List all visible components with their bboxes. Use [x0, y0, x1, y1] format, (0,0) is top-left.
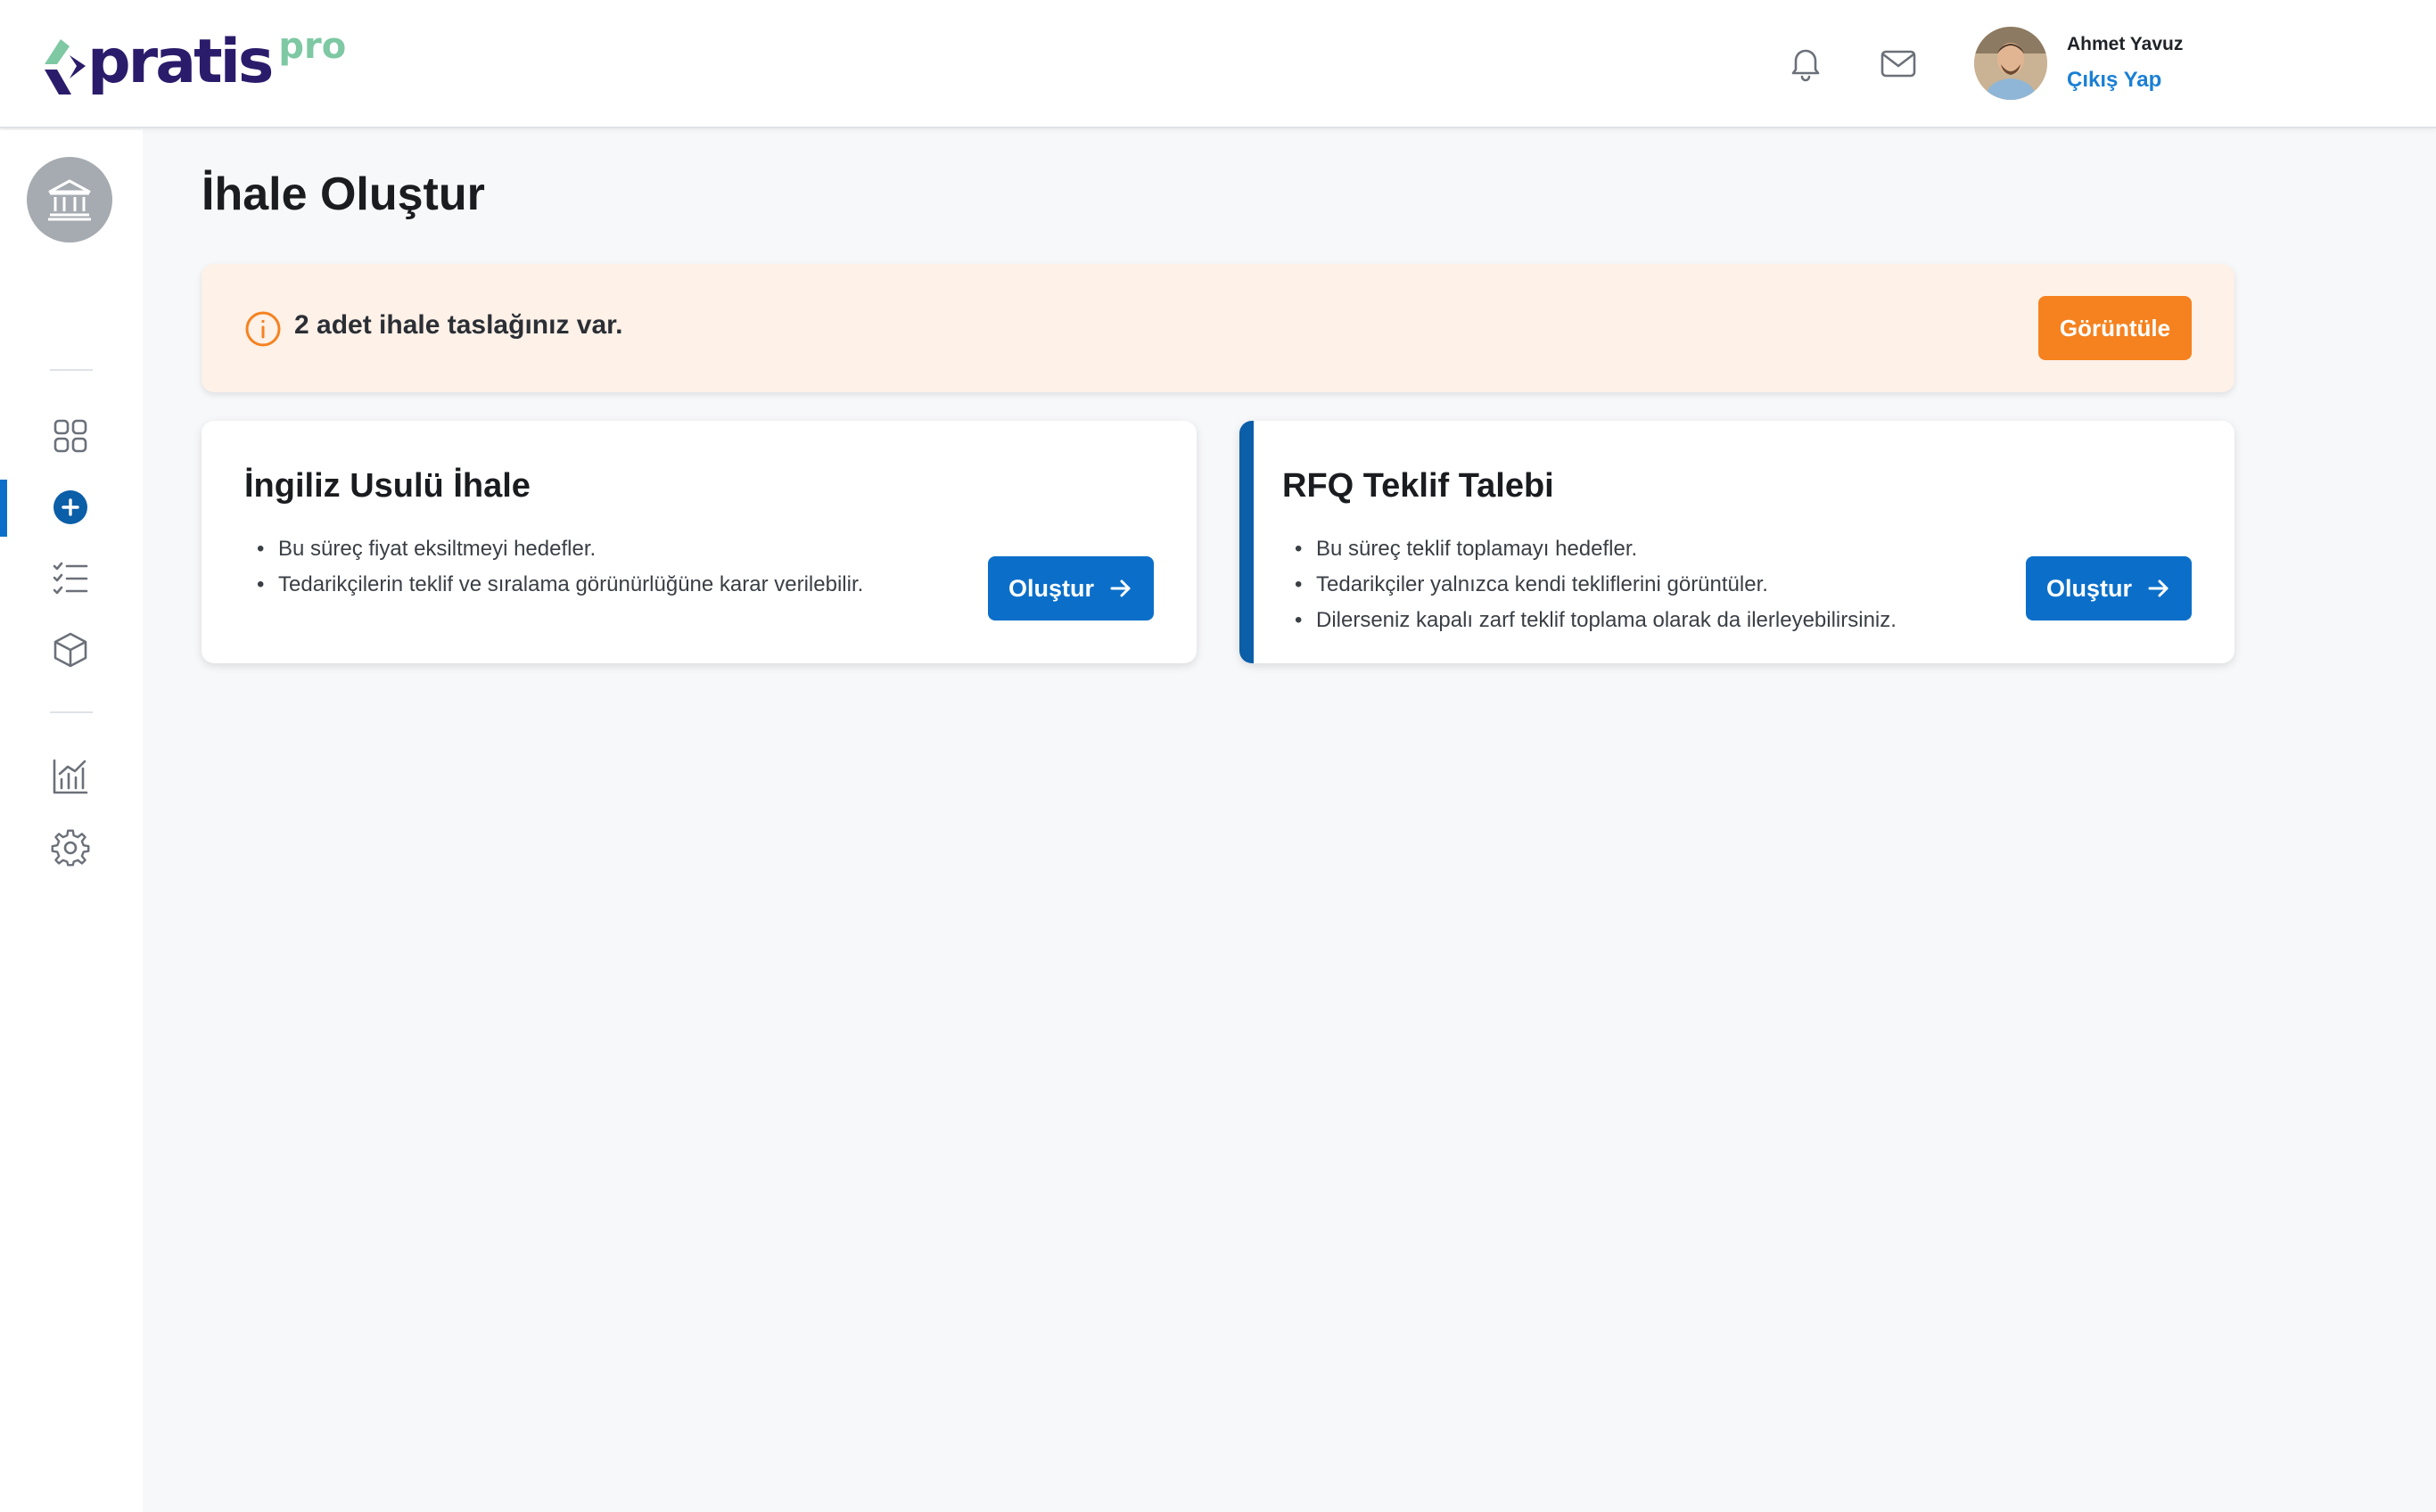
sidebar	[0, 130, 143, 1512]
page-title: İhale Oluştur	[202, 168, 485, 220]
card-bullet-list: Bu süreç teklif toplamayı hedefler. Teda…	[1282, 531, 1897, 638]
avatar[interactable]	[1974, 27, 2047, 100]
list-item: Bu süreç fiyat eksiltmeyi hedefler.	[244, 531, 863, 567]
english-auction-card: İngiliz Usulü İhale Bu süreç fiyat eksil…	[202, 421, 1197, 663]
list-item: Dilerseniz kapalı zarf teklif toplama ol…	[1282, 603, 1897, 638]
pratis-logo[interactable]: pratis pro	[45, 26, 347, 97]
plus-circle-icon[interactable]	[50, 487, 91, 528]
list-item: Tedarikçilerin teklif ve sıralama görünü…	[244, 567, 863, 603]
checklist-icon[interactable]	[50, 558, 91, 599]
gear-icon[interactable]	[50, 827, 91, 868]
sidebar-divider	[50, 369, 93, 371]
draft-alert: 2 adet ihale taslağınız var. Görüntüle	[202, 264, 2234, 392]
chart-icon[interactable]	[50, 756, 91, 797]
info-icon	[245, 311, 281, 347]
card-title: İngiliz Usulü İhale	[244, 467, 531, 505]
user-name: Ahmet Yavuz	[2067, 34, 2184, 54]
create-rfq-button[interactable]: Oluştur	[2026, 556, 2192, 620]
rfq-card: RFQ Teklif Talebi Bu süreç teklif toplam…	[1239, 421, 2234, 663]
button-label: Oluştur	[2045, 574, 2132, 602]
mail-icon[interactable]	[1878, 43, 1919, 84]
button-label: Oluştur	[1008, 574, 1094, 602]
dashboard-grid-icon[interactable]	[50, 415, 91, 456]
create-english-auction-button[interactable]: Oluştur	[988, 556, 1154, 620]
bell-icon[interactable]	[1785, 43, 1826, 84]
bank-icon	[48, 179, 91, 221]
logo-suffix: pro	[278, 26, 347, 67]
avatar-photo	[1974, 27, 2047, 100]
alert-text: 2 adet ihale taslağınız var.	[294, 310, 623, 340]
arrow-right-icon	[2148, 579, 2169, 597]
box-icon[interactable]	[50, 629, 91, 670]
card-title: RFQ Teklif Talebi	[1282, 467, 1554, 505]
logo-mark-icon	[45, 39, 86, 94]
active-nav-indicator	[0, 480, 7, 537]
card-bullet-list: Bu süreç fiyat eksiltmeyi hedefler. Teda…	[244, 531, 863, 603]
arrow-right-icon	[1110, 579, 1131, 597]
sidebar-divider	[50, 711, 93, 713]
card-accent-bar	[1239, 421, 1254, 663]
top-header: pratis pro Ahmet Yavuz Çıkış Yap	[0, 0, 2436, 128]
list-item: Tedarikçiler yalnızca kendi tekliflerini…	[1282, 567, 1897, 603]
view-drafts-button[interactable]: Görüntüle	[2038, 296, 2192, 360]
logout-link[interactable]: Çıkış Yap	[2067, 68, 2161, 93]
list-item: Bu süreç teklif toplamayı hedefler.	[1282, 531, 1897, 567]
organization-avatar[interactable]	[27, 157, 112, 242]
logo-text: pratis	[87, 27, 274, 97]
